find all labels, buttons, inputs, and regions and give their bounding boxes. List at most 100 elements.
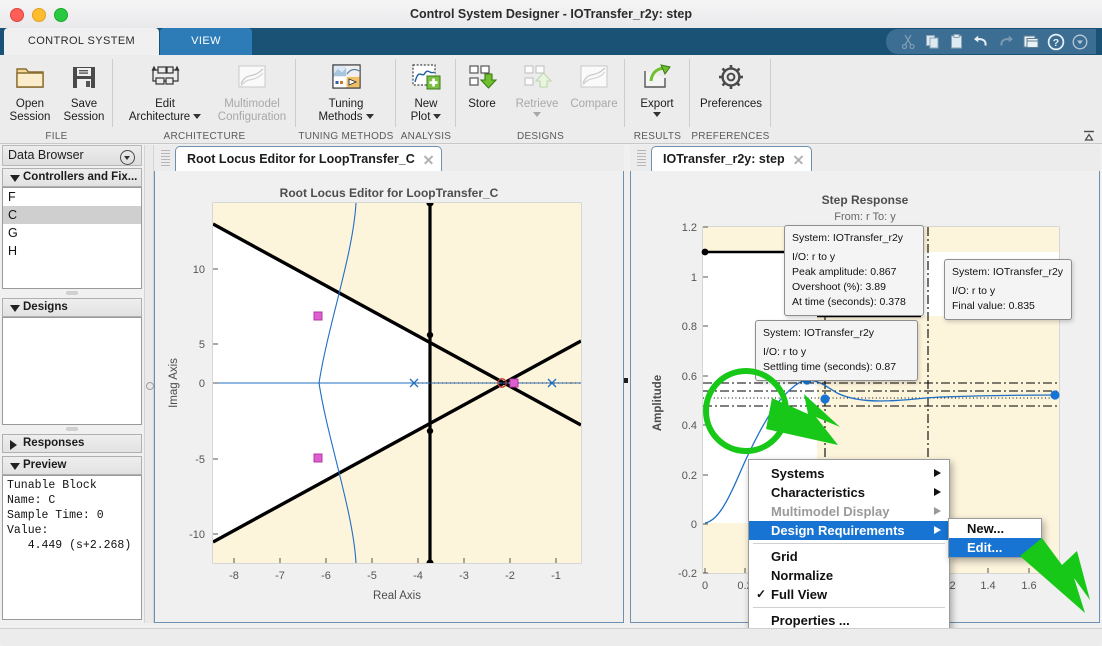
- status-bar: [0, 628, 1102, 646]
- menu-item-label: Properties ...: [771, 613, 850, 628]
- more-icon[interactable]: [1072, 34, 1088, 50]
- menu-item-systems[interactable]: Systems: [749, 464, 949, 483]
- menu-item-label: Grid: [771, 549, 798, 564]
- tooltip-line: System: IOTransfer_r2y: [952, 266, 1064, 278]
- splitter-grip-controllers[interactable]: [66, 291, 78, 295]
- edit-architecture-button[interactable]: Edit Architecture: [119, 58, 211, 124]
- svg-text:-5: -5: [195, 454, 205, 466]
- svg-text:-3: -3: [459, 570, 469, 582]
- drag-handle-icon[interactable]: [637, 150, 646, 166]
- preferences-button[interactable]: Preferences: [695, 58, 767, 111]
- data-browser-splitter[interactable]: [144, 145, 154, 623]
- tab-control-system[interactable]: CONTROL SYSTEM: [4, 28, 159, 55]
- data-browser-title: Data Browser: [8, 148, 84, 162]
- section-preview-header[interactable]: Preview: [2, 456, 142, 475]
- menu-item-label: Edit...: [967, 540, 1003, 555]
- copy-icon[interactable]: [924, 33, 941, 50]
- data-browser-menu-icon[interactable]: [120, 150, 135, 165]
- menu-item-label: Normalize: [771, 568, 834, 583]
- tooltip-line: Peak amplitude: 0.867: [792, 266, 897, 278]
- title-bar: Control System Designer - IOTransfer_r2y…: [0, 0, 1102, 29]
- multimodel-icon: [213, 58, 291, 96]
- menu-item-design-requirements[interactable]: Design Requirements: [749, 521, 949, 540]
- tab-step-response[interactable]: IOTransfer_r2y: step: [651, 146, 812, 171]
- ribbon-group-analysis: New Plot ANALYSIS: [396, 55, 456, 143]
- cut-icon[interactable]: [900, 33, 917, 50]
- svg-text:-7: -7: [275, 570, 285, 582]
- paste-icon[interactable]: [948, 33, 965, 50]
- root-locus-chart[interactable]: 1050 -5-10 -8 -7 -6 -5 -4 -3 -2 -1 Real …: [155, 195, 623, 625]
- tuning-methods-label: Tuning Methods: [308, 98, 384, 124]
- list-item-g[interactable]: G: [3, 224, 141, 242]
- menu-item-normalize[interactable]: Normalize: [749, 566, 949, 585]
- controllers-list[interactable]: F C G H: [2, 187, 142, 289]
- section-controllers-header[interactable]: Controllers and Fix...: [2, 168, 142, 187]
- peak-response-tooltip: System: IOTransfer_r2y I/O: r to y Peak …: [784, 225, 924, 316]
- ribbon-group-label-results: RESULTS: [633, 131, 682, 142]
- tooltip-line: System: IOTransfer_r2y: [792, 232, 904, 244]
- data-browser-header: Data Browser: [2, 145, 142, 166]
- ribbon-tab-strip: CONTROL SYSTEM VIEW ?: [0, 28, 1102, 55]
- tooltip-line: At time (seconds): 0.378: [792, 296, 906, 308]
- menu-item-characteristics[interactable]: Characteristics: [749, 483, 949, 502]
- final-value-marker: [1050, 390, 1060, 400]
- submenu-item-new[interactable]: New...: [949, 519, 1041, 538]
- floppy-icon: [58, 58, 110, 96]
- ribbon-group-tuning-methods: Tuning Methods TUNING METHODS: [296, 55, 396, 143]
- root-locus-panel: Root Locus Editor for LoopTransfer_C Roo…: [154, 145, 624, 623]
- tab-root-locus-editor[interactable]: Root Locus Editor for LoopTransfer_C: [175, 146, 442, 171]
- collapse-ribbon-icon[interactable]: [1083, 129, 1095, 141]
- svg-text:5: 5: [199, 339, 205, 351]
- drag-handle-icon[interactable]: [161, 150, 170, 166]
- chevron-right-icon: [934, 507, 941, 515]
- svg-text:1: 1: [691, 272, 697, 284]
- store-button[interactable]: Store: [459, 58, 505, 111]
- compare-button[interactable]: Compare: [567, 58, 621, 111]
- ribbon-group-label-tuning: TUNING METHODS: [298, 131, 394, 142]
- redo-icon[interactable]: [997, 33, 1015, 50]
- svg-text:-2: -2: [505, 570, 515, 582]
- export-button[interactable]: Export: [631, 58, 683, 117]
- svg-text:0: 0: [691, 519, 697, 531]
- ribbon-group-results: Export RESULTS: [625, 55, 690, 143]
- svg-text:?: ?: [1053, 37, 1059, 49]
- folder-icon: [4, 58, 56, 96]
- menu-item-grid[interactable]: Grid: [749, 547, 949, 566]
- layout-icon[interactable]: [1022, 33, 1040, 50]
- save-session-button[interactable]: Save Session: [58, 58, 110, 124]
- plot-context-menu[interactable]: Systems Characteristics Multimodel Displ…: [748, 459, 950, 635]
- settling-time-tooltip: System: IOTransfer_r2y I/O: r to y Settl…: [755, 320, 918, 381]
- new-plot-label: New Plot: [400, 98, 452, 124]
- svg-text:-0.2: -0.2: [678, 568, 697, 580]
- new-plot-button[interactable]: New Plot: [400, 58, 452, 124]
- section-designs-header[interactable]: Designs: [2, 298, 142, 317]
- tab-view[interactable]: VIEW: [160, 28, 252, 55]
- multimodel-configuration-button[interactable]: Multimodel Configuration: [213, 58, 291, 124]
- list-item-c[interactable]: C: [3, 206, 141, 224]
- help-icon[interactable]: ?: [1047, 33, 1065, 51]
- undo-icon[interactable]: [972, 33, 990, 50]
- ribbon-group-label-architecture: ARCHITECTURE: [163, 131, 246, 142]
- list-item-h[interactable]: H: [3, 242, 141, 260]
- store-icon: [459, 58, 505, 96]
- tooltip-line: I/O: r to y: [763, 346, 807, 358]
- designs-list[interactable]: [2, 317, 142, 425]
- compare-label: Compare: [570, 98, 618, 110]
- section-responses-header[interactable]: Responses: [2, 434, 142, 453]
- retrieve-button[interactable]: Retrieve: [507, 58, 567, 117]
- panel-splitter[interactable]: [624, 145, 628, 623]
- close-icon[interactable]: [793, 154, 804, 165]
- menu-item-full-view[interactable]: ✓ Full View: [749, 585, 949, 604]
- svg-text:-1: -1: [551, 570, 561, 582]
- retrieve-icon: [507, 58, 567, 96]
- list-item-f[interactable]: F: [3, 188, 141, 206]
- menu-item-label: New...: [967, 521, 1005, 536]
- submenu-item-edit[interactable]: Edit...: [949, 538, 1041, 557]
- splitter-grip-designs[interactable]: [66, 427, 78, 431]
- design-requirements-submenu[interactable]: New... Edit...: [948, 518, 1042, 558]
- close-icon[interactable]: [423, 154, 434, 165]
- chevron-right-icon: [934, 526, 941, 534]
- tuning-methods-button[interactable]: Tuning Methods: [308, 58, 384, 124]
- section-controllers-label: Controllers and Fix...: [23, 171, 138, 183]
- open-session-button[interactable]: Open Session: [4, 58, 56, 124]
